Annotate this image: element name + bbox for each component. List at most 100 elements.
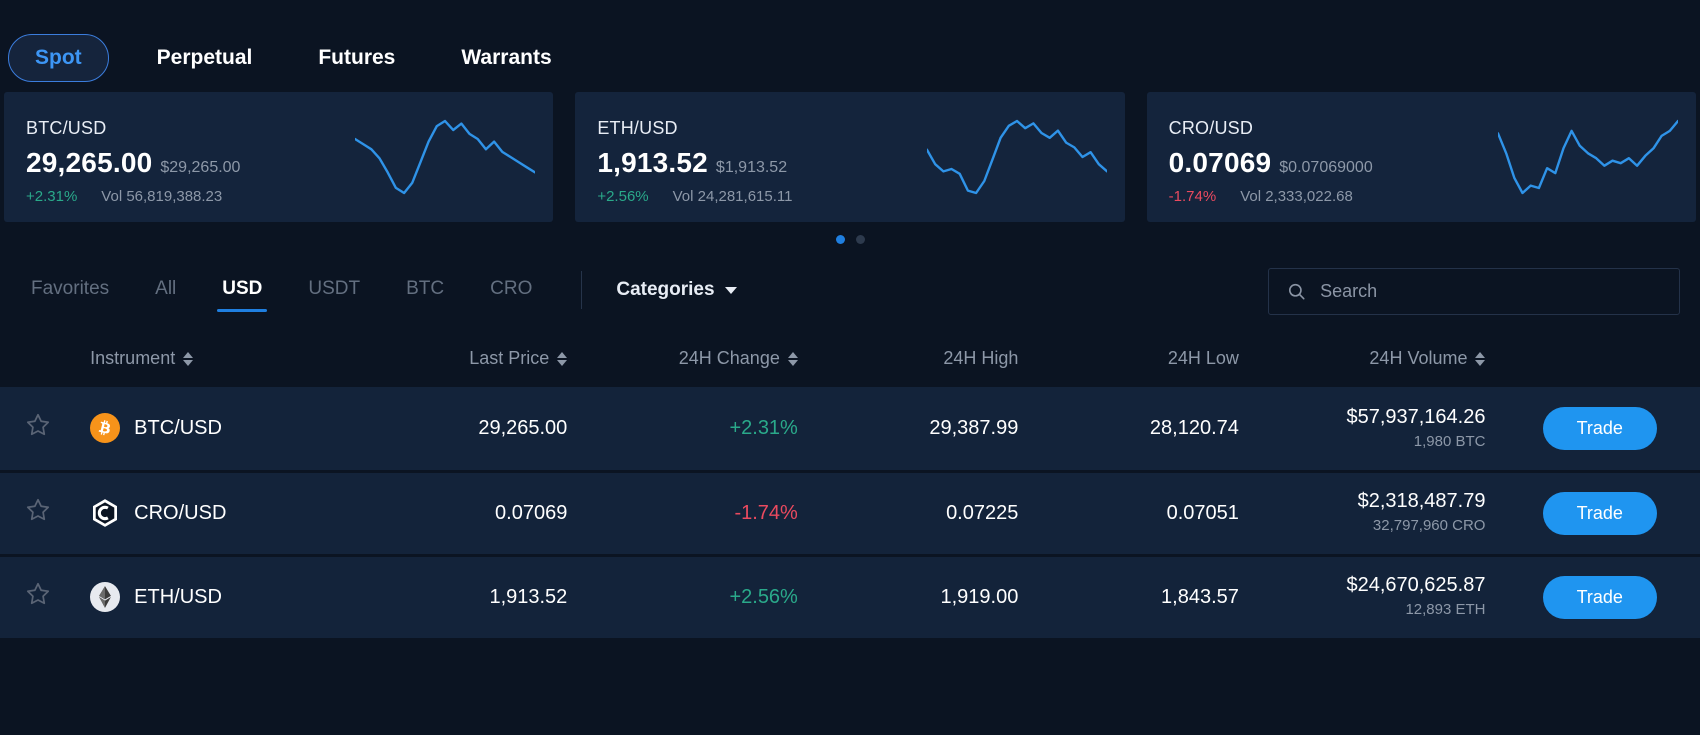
- ticker-change: +2.31%: [26, 188, 78, 205]
- ticker-change: +2.56%: [597, 188, 649, 205]
- favorite-cell[interactable]: [0, 471, 76, 555]
- volume-cell: $2,318,487.79 32,797,960 CRO: [1239, 471, 1500, 555]
- filter-bar: Favorites All USD USDT BTC CRO Categorie…: [0, 256, 1700, 334]
- cronos-icon: [93, 499, 118, 527]
- th-trade: [1499, 334, 1700, 387]
- categories-dropdown[interactable]: Categories: [616, 279, 737, 311]
- volume-base: 1,980 BTC: [1413, 432, 1486, 450]
- sparkline-chart: [926, 119, 1107, 195]
- table-header: Instrument Last Price 24H Change 24H Hig…: [0, 334, 1700, 387]
- instrument-cell: ETH/USD: [76, 555, 347, 639]
- instrument-name: ETH/USD: [134, 585, 222, 608]
- ticker-change: -1.74%: [1168, 188, 1217, 205]
- instrument-name: CRO/USD: [134, 501, 227, 524]
- th-favorite: [0, 334, 76, 387]
- favorite-cell[interactable]: [0, 555, 76, 639]
- high-cell: 29,387.99: [929, 416, 1019, 439]
- categories-label: Categories: [616, 279, 715, 300]
- tab-perpetual[interactable]: Perpetual: [157, 46, 253, 70]
- th-instrument-label: Instrument: [90, 348, 176, 368]
- sort-icon[interactable]: [183, 351, 194, 366]
- ticker-price: 0.07069: [1168, 147, 1272, 178]
- ticker-price: 29,265.00: [26, 147, 153, 178]
- th-24h-low: 24H Low: [1018, 334, 1239, 387]
- ticker-usd-price: $1,913.52: [715, 159, 788, 176]
- ticker-card-cro[interactable]: CRO/USD 0.07069 $0.07069000 -1.74% Vol 2…: [1146, 92, 1696, 222]
- change-cell: +2.31%: [729, 416, 798, 439]
- ethereum-icon: [90, 582, 121, 612]
- th-24h-low-label: 24H Low: [1167, 348, 1239, 368]
- volume-usd: $24,670,625.87: [1346, 574, 1486, 597]
- bitcoin-icon: [90, 413, 121, 444]
- high-cell: 1,919.00: [940, 585, 1019, 608]
- ticker-price: 1,913.52: [597, 147, 708, 178]
- sparkline-chart: [1497, 119, 1678, 195]
- divider: [581, 271, 583, 309]
- trade-button[interactable]: Trade: [1542, 491, 1657, 535]
- quote-tab-all[interactable]: All: [132, 278, 199, 312]
- th-24h-volume-label: 24H Volume: [1369, 348, 1468, 368]
- quote-tab-favorites[interactable]: Favorites: [8, 278, 132, 312]
- low-cell: 1,843.57: [1161, 585, 1239, 608]
- sparkline-chart: [355, 119, 536, 195]
- instrument-cell: BTC/USD: [76, 387, 347, 471]
- ticker-usd-price: $29,265.00: [160, 159, 241, 176]
- ticker-card-eth[interactable]: ETH/USD 1,913.52 $1,913.52 +2.56% Vol 24…: [575, 92, 1125, 222]
- tab-spot[interactable]: Spot: [8, 34, 109, 82]
- pager-dot-1[interactable]: [835, 234, 845, 244]
- quote-currency-tabs: Favorites All USD USDT BTC CRO: [8, 278, 555, 312]
- star-icon[interactable]: [25, 412, 51, 438]
- table-body: BTC/USD 29,265.00 +2.31% 29,387.99 28,12…: [0, 387, 1700, 639]
- table-row[interactable]: ETH/USD 1,913.52 +2.56% 1,919.00 1,843.5…: [0, 555, 1700, 639]
- tab-futures[interactable]: Futures: [318, 46, 395, 70]
- trade-cell: Trade: [1499, 471, 1700, 555]
- quote-tab-usdt[interactable]: USDT: [285, 278, 383, 312]
- favorite-cell[interactable]: [0, 387, 76, 471]
- trade-button[interactable]: Trade: [1542, 575, 1657, 619]
- search-box[interactable]: [1268, 267, 1680, 315]
- ticker-volume: Vol 24,281,615.11: [672, 188, 793, 205]
- th-24h-high-label: 24H High: [943, 348, 1019, 368]
- search-input[interactable]: [1320, 280, 1661, 302]
- table-row[interactable]: CRO/USD 0.07069 -1.74% 0.07225 0.07051 $…: [0, 471, 1700, 555]
- volume-cell: $24,670,625.87 12,893 ETH: [1239, 555, 1500, 639]
- th-24h-change-label: 24H Change: [678, 348, 780, 368]
- tab-warrants[interactable]: Warrants: [461, 46, 551, 70]
- volume-usd: $57,937,164.26: [1346, 405, 1486, 428]
- pager-dot-2[interactable]: [855, 234, 865, 244]
- trade-cell: Trade: [1499, 387, 1700, 471]
- th-24h-change[interactable]: 24H Change: [567, 334, 798, 387]
- last-price-cell: 29,265.00: [478, 416, 568, 439]
- carousel-pager: [0, 222, 1700, 256]
- table-row[interactable]: BTC/USD 29,265.00 +2.31% 29,387.99 28,12…: [0, 387, 1700, 471]
- instrument-name: BTC/USD: [134, 416, 222, 439]
- th-24h-volume[interactable]: 24H Volume: [1239, 334, 1500, 387]
- volume-base: 32,797,960 CRO: [1372, 517, 1486, 535]
- product-tabs: Spot Perpetual Futures Warrants: [0, 0, 1700, 92]
- change-cell: -1.74%: [734, 501, 798, 524]
- th-last-price[interactable]: Last Price: [347, 334, 568, 387]
- star-icon[interactable]: [25, 497, 51, 523]
- ticker-volume: Vol 56,819,388.23: [101, 188, 223, 205]
- sort-icon[interactable]: [557, 351, 568, 366]
- th-instrument[interactable]: Instrument: [76, 334, 347, 387]
- markets-table: Instrument Last Price 24H Change 24H Hig…: [0, 334, 1700, 641]
- change-cell: +2.56%: [729, 585, 798, 608]
- ticker-card-btc[interactable]: BTC/USD 29,265.00 $29,265.00 +2.31% Vol …: [4, 92, 554, 222]
- ticker-volume: Vol 2,333,022.68: [1240, 188, 1353, 205]
- trade-cell: Trade: [1499, 555, 1700, 639]
- quote-tab-btc[interactable]: BTC: [383, 278, 467, 312]
- chevron-down-icon: [724, 286, 737, 294]
- star-icon[interactable]: [25, 581, 51, 607]
- th-last-price-label: Last Price: [469, 348, 550, 368]
- ticker-card-list: BTC/USD 29,265.00 $29,265.00 +2.31% Vol …: [0, 92, 1700, 222]
- ticker-usd-price: $0.07069000: [1279, 159, 1373, 176]
- quote-tab-usd[interactable]: USD: [199, 278, 285, 312]
- sort-icon[interactable]: [1475, 351, 1486, 366]
- sort-icon[interactable]: [787, 351, 798, 366]
- trade-button[interactable]: Trade: [1542, 406, 1657, 450]
- volume-cell: $57,937,164.26 1,980 BTC: [1239, 387, 1500, 471]
- quote-tab-cro[interactable]: CRO: [467, 278, 555, 312]
- search-icon: [1288, 283, 1305, 299]
- low-cell: 0.07051: [1166, 501, 1239, 524]
